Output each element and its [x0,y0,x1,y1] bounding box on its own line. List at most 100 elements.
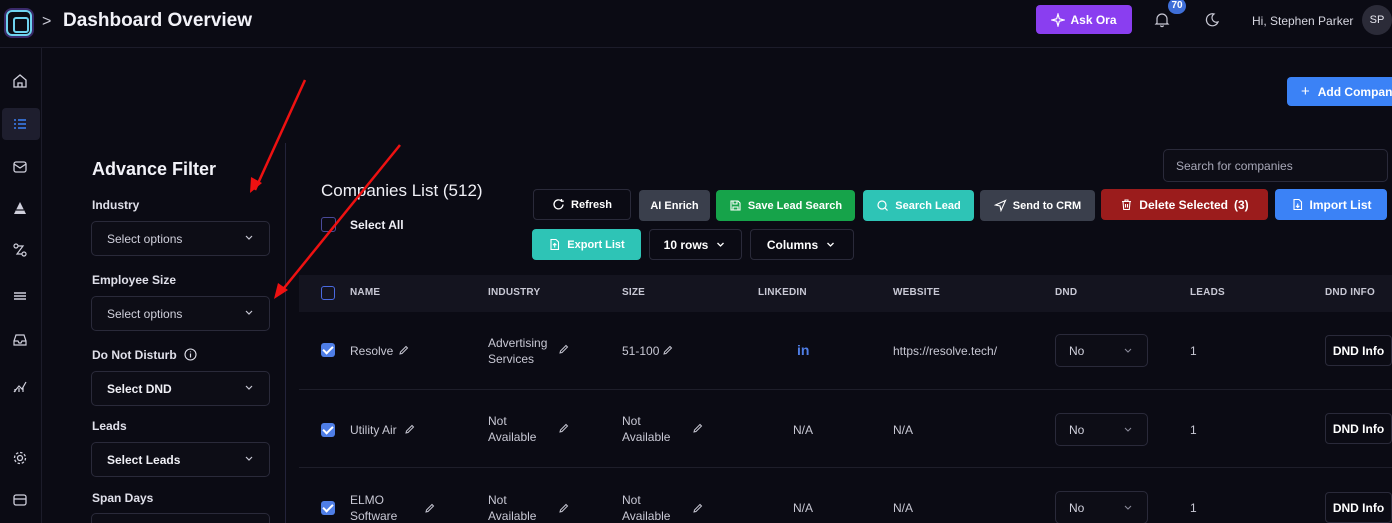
chevron-right-icon: > [42,13,52,30]
bell-icon[interactable] [1154,12,1170,28]
size-value: Not Available [622,493,671,523]
card-icon[interactable] [11,491,29,509]
chevron-down-icon [1124,427,1132,432]
save-icon [730,200,741,211]
info-icon[interactable] [184,348,197,361]
page-title: Dashboard Overview [63,10,253,31]
save-lead-search-label: Save Lead Search [747,199,843,212]
settings-icon[interactable] [11,449,29,467]
search-lead-button[interactable]: Search Lead [863,190,974,221]
dnd-row-value: No [1069,343,1085,358]
dnd-info-button[interactable]: DND Info [1325,335,1392,366]
dnd-row-value: No [1069,500,1085,515]
size-value: Not Available [622,414,671,444]
search-lead-label: Search Lead [895,199,961,212]
mail-icon[interactable] [11,158,29,176]
moon-icon[interactable] [1204,12,1220,28]
row-checkbox[interactable] [321,423,335,437]
edit-icon[interactable] [692,503,703,514]
ai-enrich-button[interactable]: AI Enrich [639,190,710,221]
chevron-down-icon [1124,348,1132,353]
column-header-leads[interactable]: LEADS [1190,287,1225,298]
edit-icon[interactable] [662,345,673,356]
sparkle-icon [1051,12,1066,27]
import-list-button[interactable]: Import List [1275,189,1387,220]
delete-selected-button[interactable]: Delete Selected (3) [1101,189,1268,220]
industry-value: Advertising Services [488,336,548,366]
send-to-crm-label: Send to CRM [1012,199,1082,212]
send-to-crm-button[interactable]: Send to CRM [980,190,1095,221]
website-value: N/A [893,501,914,515]
edit-icon[interactable] [558,503,569,514]
company-name[interactable]: Utility Air [350,422,397,438]
employee-size-label: Employee Size [92,273,177,287]
edit-icon[interactable] [558,423,569,434]
column-header-size[interactable]: SIZE [622,287,645,298]
import-list-label: Import List [1309,197,1372,212]
add-company-button[interactable]: + Add Company [1287,77,1392,106]
column-header-website[interactable]: WEBSITE [893,287,940,298]
add-company-label: Add Company [1317,84,1392,99]
search-icon [877,200,889,211]
search-input[interactable]: Search for companies [1163,149,1388,182]
industry-select-value: Select options [107,231,183,246]
file-export-icon [550,238,560,251]
column-header-industry[interactable]: INDUSTRY [488,287,540,298]
workflow-icon[interactable] [11,241,29,259]
company-name[interactable]: Resolve [350,343,393,359]
columns-label: Columns [766,237,819,252]
list-icon[interactable] [11,115,29,133]
size-value: 51-100 [622,344,660,358]
table-header [299,275,1392,312]
save-lead-search-button[interactable]: Save Lead Search [716,190,855,221]
chevron-down-icon [245,310,253,315]
website-link[interactable]: https://resolve.tech/ [893,343,997,359]
avatar[interactable]: SP [1362,5,1392,35]
refresh-label: Refresh [571,198,612,211]
edit-icon[interactable] [558,344,569,355]
dnd-row-select[interactable]: No [1055,334,1148,367]
leads-value: 1 [1190,344,1197,358]
span-days-select[interactable] [91,513,270,523]
pyramid-icon[interactable] [11,199,29,217]
notification-badge: 70 [1168,0,1186,14]
row-checkbox[interactable] [321,343,335,357]
edit-icon[interactable] [424,503,435,514]
dnd-row-select[interactable]: No [1055,491,1148,523]
dnd-select[interactable]: Select DND [91,371,270,406]
column-header-linkedin[interactable]: LINKEDIN [758,287,807,298]
export-list-label: Export List [567,238,625,251]
dnd-row-select[interactable]: No [1055,413,1148,446]
refresh-button[interactable]: Refresh [533,189,631,220]
table-row[interactable] [299,312,1392,390]
leads-value: 1 [1190,423,1197,437]
column-header-dnd-info[interactable]: DND INFO [1325,287,1375,298]
edit-icon[interactable] [398,345,409,356]
table-row[interactable] [299,390,1392,468]
export-list-button[interactable]: Export List [532,229,641,260]
rows-per-page-select[interactable]: 10 rows [649,229,742,260]
edit-icon[interactable] [692,423,703,434]
home-icon[interactable] [11,72,29,90]
dnd-info-button[interactable]: DND Info [1325,492,1392,523]
ask-ora-label: Ask Ora [1070,12,1117,27]
filter-title: Advance Filter [92,159,217,179]
website-value: N/A [893,423,914,437]
leads-select[interactable]: Select Leads [91,442,270,477]
inbox-icon[interactable] [11,331,29,349]
linkedin-icon[interactable]: in [797,342,809,358]
column-header-dnd[interactable]: DND [1055,287,1077,298]
edit-icon[interactable] [404,424,415,435]
ask-ora-button[interactable]: Ask Ora [1036,5,1132,34]
columns-select[interactable]: Columns [750,229,854,260]
company-name[interactable]: ELMO Software [350,492,397,523]
app-logo[interactable] [6,10,32,36]
span-days-label: Span Days [92,491,154,505]
table-row[interactable] [299,468,1392,523]
dnd-label-text: Do Not Disturb [92,348,177,362]
dnd-info-button[interactable]: DND Info [1325,413,1392,444]
row-checkbox[interactable] [321,501,335,515]
analytics-icon[interactable] [11,377,29,395]
menu-icon[interactable] [11,287,29,305]
dnd-label: Do Not Disturb [92,348,197,362]
